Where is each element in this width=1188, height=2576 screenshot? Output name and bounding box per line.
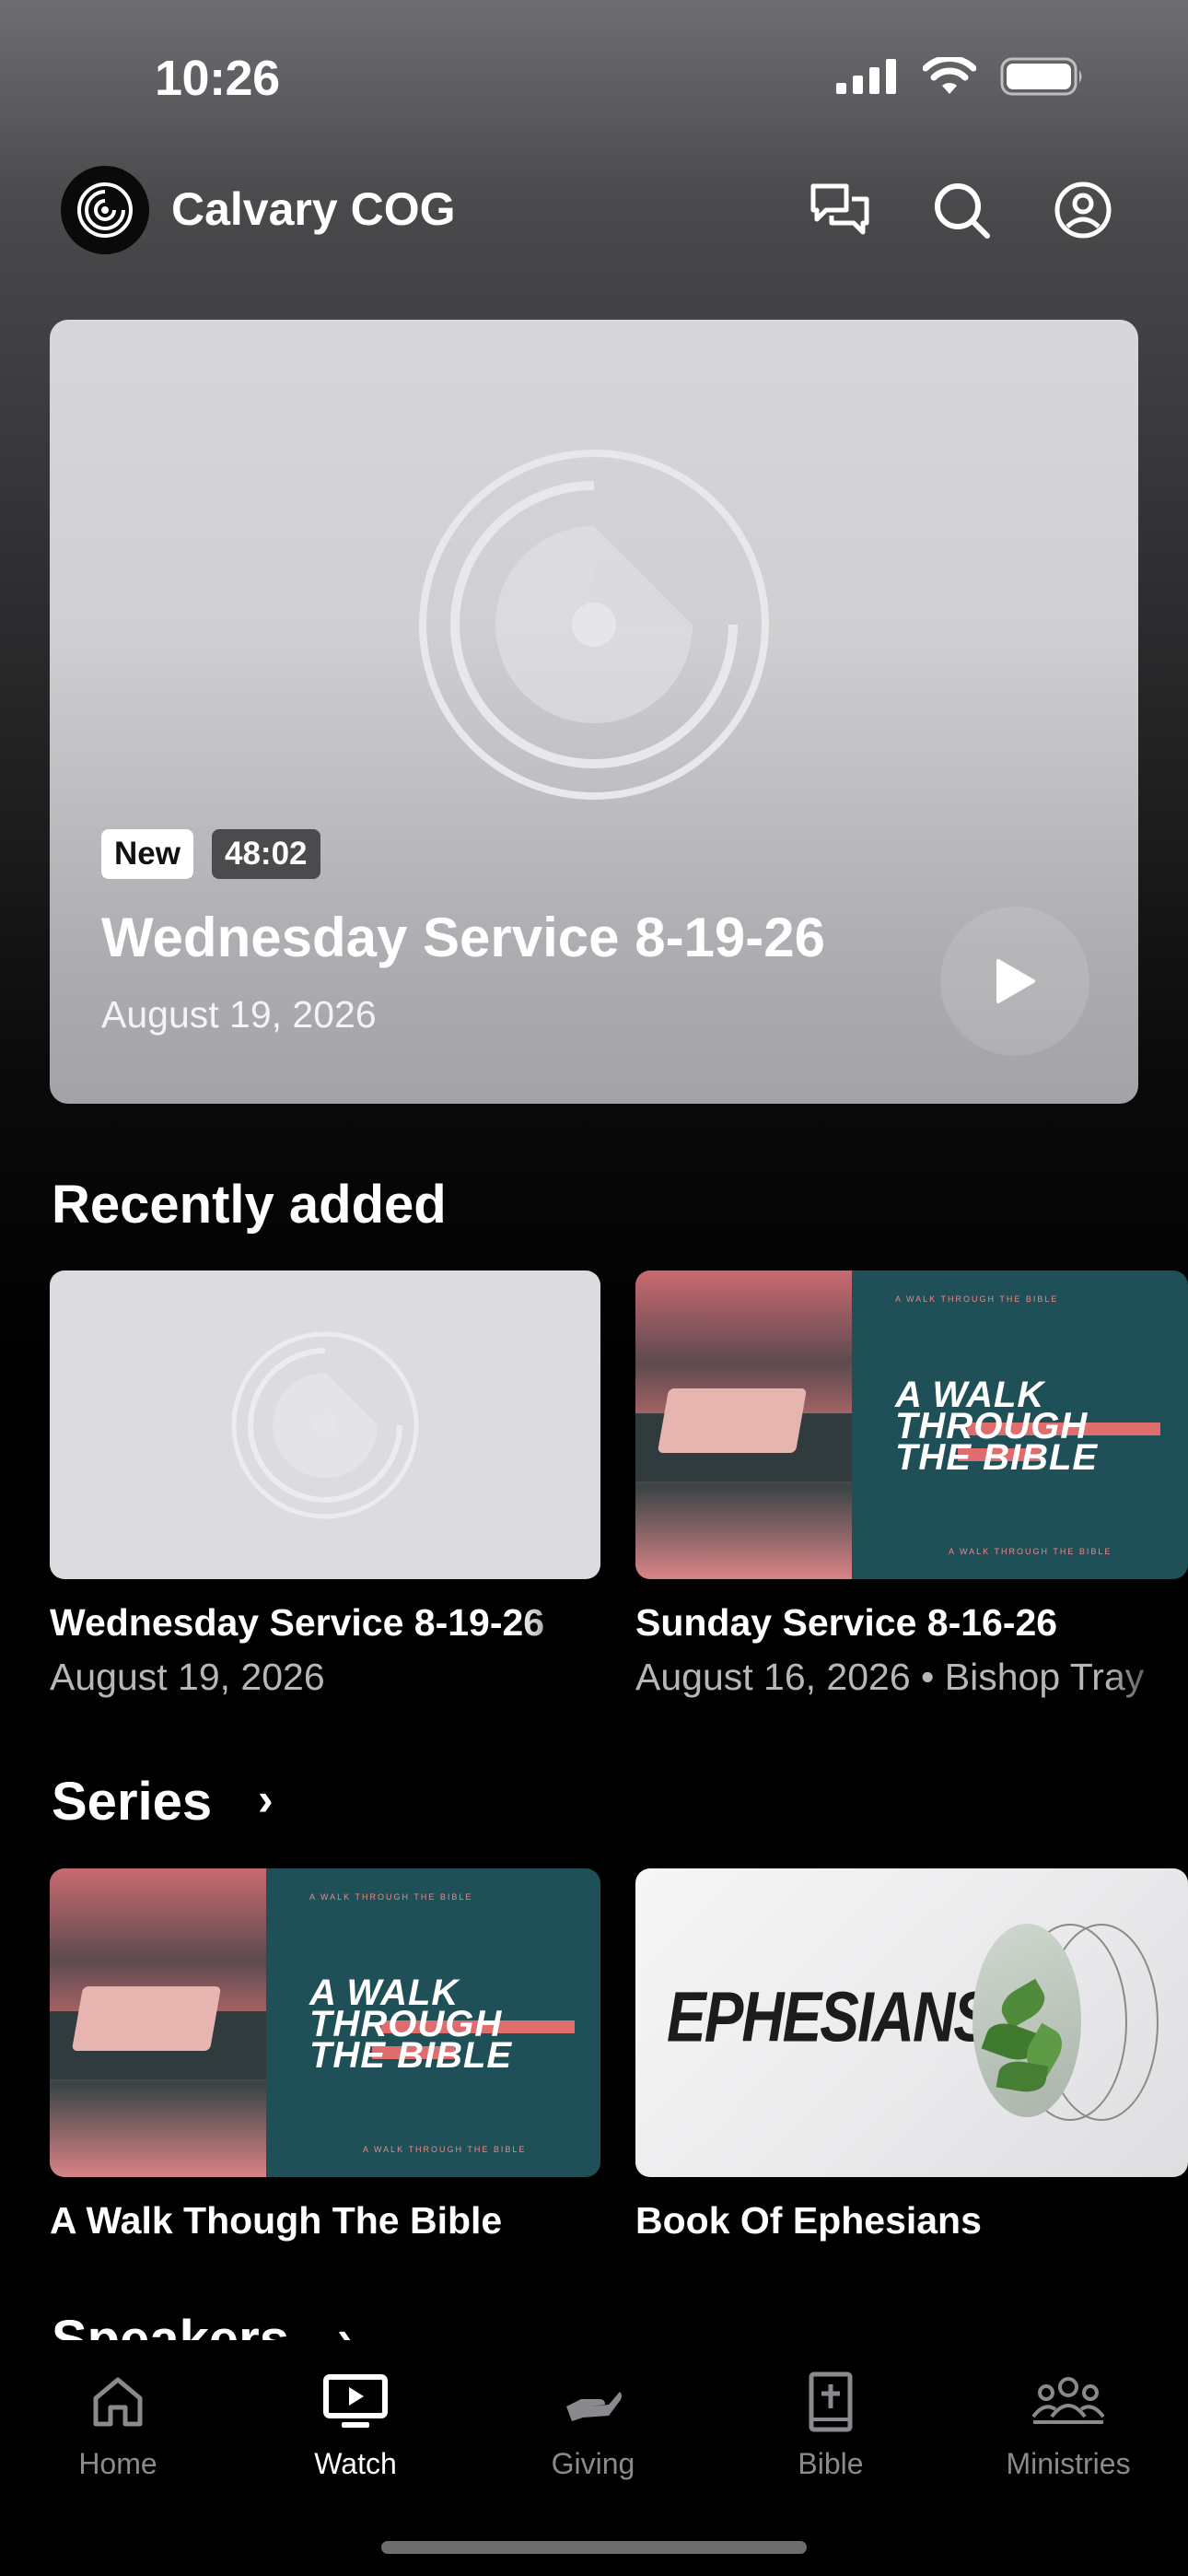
bible-icon	[809, 2371, 853, 2432]
video-thumbnail	[50, 1270, 600, 1579]
play-icon	[996, 959, 1035, 1003]
tab-label: Watch	[314, 2447, 397, 2480]
featured-date: August 19, 2026	[101, 993, 377, 1036]
series-art-text: A WALK THROUGH THE BIBLE	[309, 1973, 513, 2076]
video-title: Sunday Service 8-16-26	[635, 1601, 1058, 1644]
tab-home[interactable]: Home	[26, 2370, 210, 2481]
series-art-small-text: A WALK THROUGH THE BIBLE	[363, 2145, 527, 2154]
battery-icon	[1000, 57, 1082, 96]
video-card[interactable]: A WALK THROUGH THE BIBLE A WALK THROUGH …	[635, 1270, 1188, 1699]
series-title: A Walk Though The Bible	[50, 2199, 503, 2242]
series-chevron-icon[interactable]: ›	[258, 1773, 274, 1826]
tab-label: Giving	[551, 2447, 635, 2480]
tab-bible[interactable]: Bible	[739, 2370, 923, 2481]
series-card[interactable]: EPHESIANS Book Of Ephesians	[635, 1868, 1188, 2242]
home-icon	[93, 2377, 143, 2427]
open-book-image	[657, 1388, 808, 1453]
play-button[interactable]	[940, 907, 1089, 1056]
church-logo-icon	[77, 182, 133, 238]
series-art-text: A WALK THROUGH THE BIBLE	[895, 1375, 1099, 1478]
messages-button[interactable]	[805, 175, 875, 245]
wifi-icon	[923, 57, 976, 94]
search-icon	[935, 183, 990, 239]
cellular-signal-icon	[836, 59, 896, 94]
church-name[interactable]: Calvary COG	[171, 182, 455, 236]
app-root: 10:26 Calvary COG New 48:02 Wednesday Se…	[0, 0, 1188, 2576]
status-time: 10:26	[155, 51, 280, 106]
series-title: Book Of Ephesians	[635, 2199, 982, 2242]
status-icons	[836, 57, 1085, 96]
video-date-speaker: August 16, 2026 • Bishop Tray	[635, 1656, 1145, 1698]
people-group-icon	[1031, 2377, 1105, 2424]
tab-watch[interactable]: Watch	[263, 2370, 448, 2481]
featured-title: Wednesday Service 8-19-26	[101, 907, 826, 968]
series-art-small-text: A WALK THROUGH THE BIBLE	[949, 1547, 1112, 1556]
video-card[interactable]: Wednesday Service 8-19-26 August 19, 202…	[50, 1270, 600, 1699]
profile-button[interactable]	[1048, 175, 1118, 245]
tab-label: Bible	[798, 2447, 864, 2480]
giving-hand-icon	[566, 2392, 622, 2421]
series-art-small-text: A WALK THROUGH THE BIBLE	[895, 1294, 1059, 1304]
series-card[interactable]: A WALK THROUGH THE BIBLE A WALK THROUGH …	[50, 1868, 600, 2242]
home-indicator[interactable]	[381, 2541, 807, 2554]
tab-giving[interactable]: Giving	[501, 2370, 685, 2481]
search-button[interactable]	[926, 175, 996, 245]
new-badge: New	[101, 829, 193, 879]
open-book-image	[71, 1986, 222, 2051]
video-date: August 19, 2026	[50, 1656, 325, 1698]
recently-added-heading: Recently added	[52, 1175, 447, 1235]
video-title: Wednesday Service 8-19-26	[50, 1601, 545, 1644]
plant-image	[973, 1924, 1081, 2117]
profile-icon	[1054, 181, 1112, 239]
series-thumbnail: EPHESIANS	[635, 1868, 1188, 2177]
series-heading[interactable]: Series	[52, 1771, 212, 1832]
church-logo-watermark	[231, 1331, 419, 1518]
tv-icon	[323, 2374, 388, 2428]
series-art-small-text: A WALK THROUGH THE BIBLE	[309, 1892, 473, 1902]
featured-video-card[interactable]: New 48:02 Wednesday Service 8-19-26 Augu…	[50, 320, 1138, 1104]
tab-label: Home	[78, 2447, 157, 2480]
tab-label: Ministries	[1006, 2447, 1131, 2480]
chat-bubbles-icon	[810, 183, 869, 235]
series-thumbnail: A WALK THROUGH THE BIBLE A WALK THROUGH …	[50, 1868, 600, 2177]
duration-badge: 48:02	[212, 829, 320, 879]
series-art-text: EPHESIANS	[667, 1976, 993, 2057]
tab-ministries[interactable]: Ministries	[976, 2370, 1160, 2481]
church-logo-watermark	[419, 450, 769, 800]
church-logo[interactable]	[61, 166, 149, 254]
video-thumbnail: A WALK THROUGH THE BIBLE A WALK THROUGH …	[635, 1270, 1188, 1579]
